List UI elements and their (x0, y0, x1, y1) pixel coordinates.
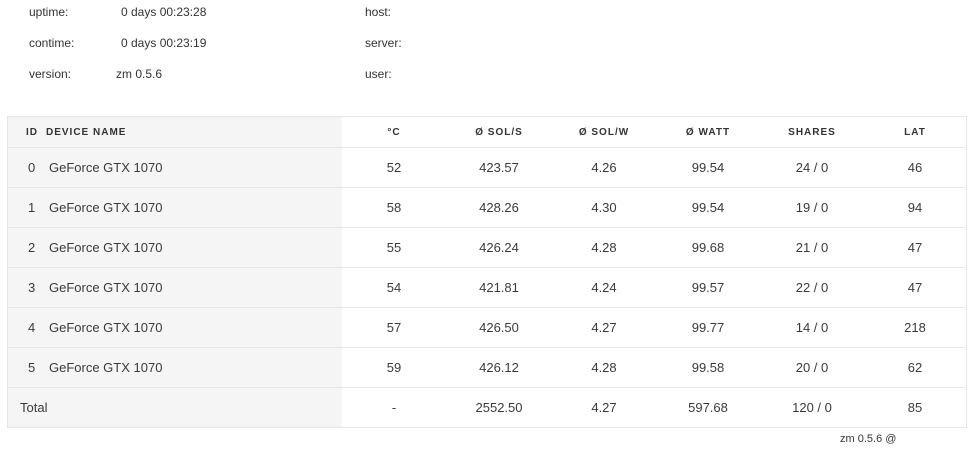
cell-latency: 218 (864, 307, 966, 348)
cell-sol-per-s: 423.57 (446, 147, 552, 188)
cell-latency: 62 (864, 347, 966, 388)
device-table: ID DEVICE NAME °C Ø SOL/S Ø SOL/W Ø WATT… (8, 117, 966, 427)
miner-status-page: uptime: 0 days 00:23:28 contime: 0 days … (0, 0, 973, 450)
table-row: 5 GeForce GTX 1070 59 426.12 4.28 99.58 … (8, 347, 966, 388)
total-latency: 85 (907, 400, 923, 415)
cell-sol-per-w: 4.26 (552, 147, 656, 188)
total-sol-per-w: 4.27 (591, 400, 617, 415)
total-label: Total (8, 387, 342, 427)
cell-latency: 47 (864, 227, 966, 268)
cell-temperature: 55 (342, 227, 446, 268)
cell-device-name: GeForce GTX 1070 (46, 347, 342, 388)
table-row: 4 GeForce GTX 1070 57 426.50 4.27 99.77 … (8, 307, 966, 348)
cell-sol-per-s: 421.81 (446, 267, 552, 308)
cell-watt: 99.54 (656, 187, 760, 228)
cell-id: 4 (8, 307, 46, 348)
uptime-value: 0 days 00:23:28 (121, 5, 207, 19)
version-label: version: (29, 67, 72, 81)
cell-id: 5 (8, 347, 46, 388)
header-id: ID (8, 117, 46, 148)
cell-shares: 22 / 0 (760, 267, 864, 308)
footer-version: zm 0.5.6 @ (840, 433, 897, 445)
cell-shares: 19 / 0 (760, 187, 864, 228)
cell-id: 0 (8, 147, 46, 188)
total-sol-per-s: 2552.50 (475, 400, 523, 415)
cell-latency: 46 (864, 147, 966, 188)
cell-watt: 99.68 (656, 227, 760, 268)
cell-sol-per-w: 4.28 (552, 347, 656, 388)
header-shares: SHARES (760, 117, 864, 148)
cell-watt: 99.54 (656, 147, 760, 188)
cell-shares: 21 / 0 (760, 227, 864, 268)
cell-temperature: 52 (342, 147, 446, 188)
cell-sol-per-w: 4.27 (552, 307, 656, 348)
cell-device-name: GeForce GTX 1070 (46, 187, 342, 228)
cell-shares: 24 / 0 (760, 147, 864, 188)
header-temperature: °C (342, 117, 446, 148)
header-sol-per-s: Ø SOL/S (446, 117, 552, 148)
cell-temperature: 59 (342, 347, 446, 388)
cell-device-name: GeForce GTX 1070 (46, 307, 342, 348)
table-row: 0 GeForce GTX 1070 52 423.57 4.26 99.54 … (8, 147, 966, 188)
device-table-container: ID DEVICE NAME °C Ø SOL/S Ø SOL/W Ø WATT… (7, 116, 967, 428)
cell-watt: 99.57 (656, 267, 760, 308)
cell-id: 3 (8, 267, 46, 308)
cell-id: 2 (8, 227, 46, 268)
header-watt: Ø WATT (656, 117, 760, 148)
table-row: 2 GeForce GTX 1070 55 426.24 4.28 99.68 … (8, 227, 966, 268)
cell-watt: 99.58 (656, 347, 760, 388)
cell-watt: 99.77 (656, 307, 760, 348)
table-total-row: Total - 2552.50 4.27 597.68 120 / 0 85 (8, 387, 966, 427)
cell-id: 1 (8, 187, 46, 228)
cell-sol-per-s: 428.26 (446, 187, 552, 228)
cell-sol-per-s: 426.24 (446, 227, 552, 268)
cell-temperature: 57 (342, 307, 446, 348)
cell-sol-per-w: 4.30 (552, 187, 656, 228)
header-sol-per-w: Ø SOL/W (552, 117, 656, 148)
server-label: server: (365, 36, 402, 50)
cell-sol-per-w: 4.24 (552, 267, 656, 308)
header-device-name: DEVICE NAME (46, 117, 342, 148)
cell-shares: 14 / 0 (760, 307, 864, 348)
user-label: user: (365, 67, 392, 81)
host-label: host: (365, 5, 392, 19)
uptime-label: uptime: (29, 5, 69, 19)
cell-device-name: GeForce GTX 1070 (46, 147, 342, 188)
cell-latency: 94 (864, 187, 966, 228)
cell-sol-per-s: 426.50 (446, 307, 552, 348)
table-row: 3 GeForce GTX 1070 54 421.81 4.24 99.57 … (8, 267, 966, 308)
cell-temperature: 58 (342, 187, 446, 228)
total-watt: 597.68 (688, 400, 728, 415)
cell-latency: 47 (864, 267, 966, 308)
total-shares: 120 / 0 (792, 400, 832, 415)
cell-shares: 20 / 0 (760, 347, 864, 388)
table-row: 1 GeForce GTX 1070 58 428.26 4.30 99.54 … (8, 187, 966, 228)
cell-temperature: 54 (342, 267, 446, 308)
contime-value: 0 days 00:23:19 (121, 36, 207, 50)
cell-sol-per-w: 4.28 (552, 227, 656, 268)
cell-sol-per-s: 426.12 (446, 347, 552, 388)
cell-device-name: GeForce GTX 1070 (46, 227, 342, 268)
header-latency: LAT (864, 117, 966, 148)
table-header-row: ID DEVICE NAME °C Ø SOL/S Ø SOL/W Ø WATT… (8, 117, 966, 148)
cell-device-name: GeForce GTX 1070 (46, 267, 342, 308)
contime-label: contime: (29, 36, 75, 50)
version-value: zm 0.5.6 (116, 67, 163, 81)
total-temperature: - (391, 400, 397, 415)
